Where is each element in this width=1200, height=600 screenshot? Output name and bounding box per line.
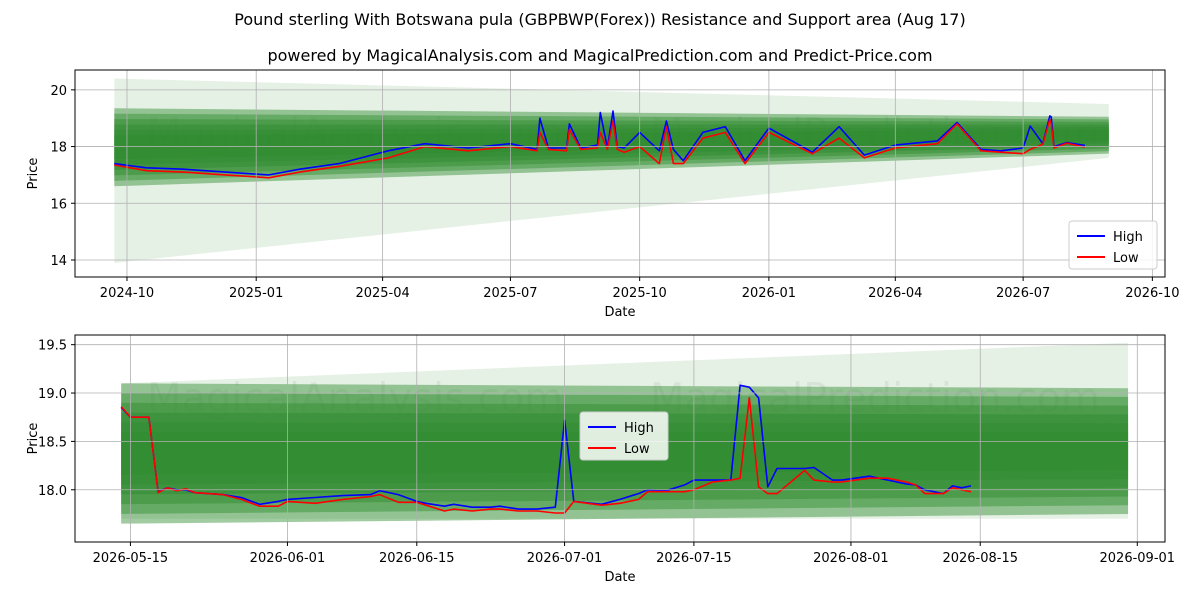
legend: High Low: [579, 411, 669, 461]
x-tick-label: 2026-08-15: [942, 551, 1018, 566]
x-axis-label: Date: [604, 305, 635, 320]
legend-label-low: Low: [624, 442, 650, 457]
x-tick-label: 2026-06-15: [379, 551, 455, 566]
x-tick-label: 2026-06-01: [250, 551, 326, 566]
x-tick-label: 2025-10: [613, 286, 667, 301]
x-tick-label: 2025-04: [355, 286, 409, 301]
chart-canvas: MagicalAnalysis.com MagicalPrediction.com…: [26, 69, 1180, 589]
x-tick-label: 2025-07: [483, 286, 537, 301]
x-tick-label: 2026-08-01: [813, 551, 889, 566]
legend: High Low: [1068, 220, 1158, 270]
watermark-text: MagicalAnalysis.com: [147, 543, 563, 589]
x-axis-label: Date: [604, 570, 635, 585]
x-tick-label: 2024-10: [100, 286, 154, 301]
x-tick-label: 2026-05-15: [93, 551, 169, 566]
legend-label-high: High: [1113, 230, 1143, 245]
x-tick-label: 2026-10: [1125, 286, 1179, 301]
x-tick-label: 2026-09-01: [1100, 551, 1176, 566]
chart-panel-2: MagicalAnalysis.com MagicalPrediction.com…: [26, 334, 1176, 589]
y-axis-label: Price: [26, 158, 41, 190]
chart-panel-1: MagicalAnalysis.com MagicalPrediction.com…: [26, 69, 1180, 320]
legend-label-high: High: [624, 421, 654, 436]
y-tick-label: 19.5: [38, 339, 67, 354]
x-tick-label: 2026-01: [742, 286, 796, 301]
y-tick-label: 18: [50, 141, 67, 156]
y-tick-label: 16: [50, 197, 67, 212]
y-tick-label: 14: [50, 254, 67, 269]
y-tick-label: 18.5: [38, 435, 67, 450]
x-tick-label: 2026-04: [868, 286, 922, 301]
x-tick-label: 2025-01: [229, 286, 283, 301]
x-tick-label: 2026-07: [996, 286, 1050, 301]
y-tick-label: 20: [50, 84, 67, 99]
x-tick-label: 2026-07-15: [656, 551, 732, 566]
x-tick-label: 2026-07-01: [527, 551, 603, 566]
y-tick-label: 19.0: [38, 387, 67, 402]
y-axis-label: Price: [26, 423, 41, 455]
y-tick-label: 18.0: [38, 484, 67, 499]
legend-label-low: Low: [1113, 251, 1139, 266]
